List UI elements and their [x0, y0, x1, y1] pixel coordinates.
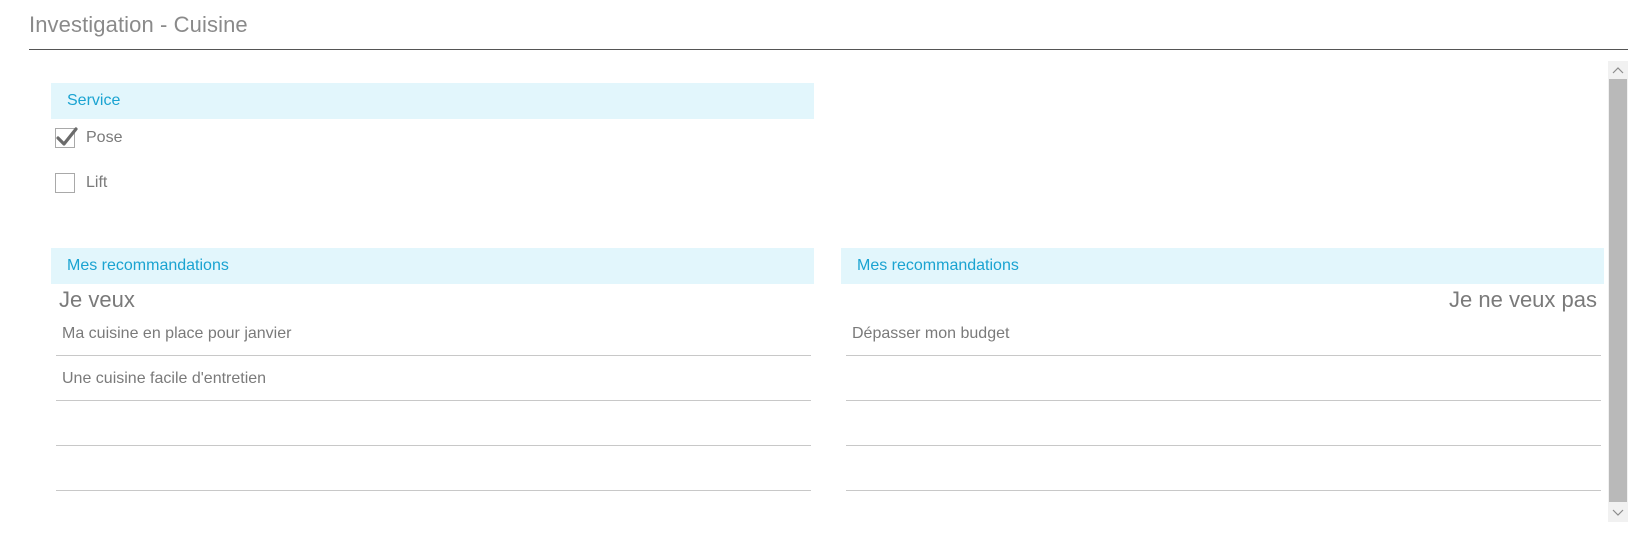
check-icon [56, 127, 78, 146]
not-wants-heading: Je ne veux pas [1449, 287, 1597, 312]
not-wants-input-1[interactable]: Dépasser mon budget [846, 312, 1601, 356]
wants-heading: Je veux [59, 287, 135, 312]
wants-input-4[interactable] [56, 447, 811, 491]
wants-section-header: Mes recommandations [51, 248, 814, 284]
service-option-pose[interactable]: Pose [55, 127, 122, 149]
not-wants-input-3[interactable] [846, 402, 1601, 446]
wants-input-3[interactable] [56, 402, 811, 446]
scroll-up-button[interactable] [1608, 61, 1628, 79]
wants-section-title: Mes recommandations [67, 257, 229, 274]
not-wants-input-2[interactable] [846, 357, 1601, 401]
chevron-up-icon [1612, 67, 1624, 74]
service-option-lift[interactable]: Lift [55, 172, 107, 194]
lift-label: Lift [86, 174, 108, 191]
title-divider [29, 49, 1628, 50]
pose-label: Pose [86, 129, 123, 146]
scroll-down-button[interactable] [1608, 504, 1628, 522]
wants-input-1[interactable]: Ma cuisine en place pour janvier [56, 312, 811, 356]
not-wants-input-4[interactable] [846, 447, 1601, 491]
service-section-title: Service [67, 92, 121, 109]
wants-input-2[interactable]: Une cuisine facile d'entretien [56, 357, 811, 401]
service-section-header: Service [51, 83, 814, 119]
not-wants-section-header: Mes recommandations [841, 248, 1604, 284]
scroll-thumb[interactable] [1609, 79, 1627, 502]
pose-checkbox[interactable] [55, 127, 78, 148]
lift-checkbox[interactable] [55, 173, 75, 193]
chevron-down-icon [1612, 509, 1624, 516]
vertical-scrollbar[interactable] [1608, 61, 1628, 522]
not-wants-section-title: Mes recommandations [857, 257, 1019, 274]
page-title: Investigation - Cuisine [29, 12, 248, 37]
